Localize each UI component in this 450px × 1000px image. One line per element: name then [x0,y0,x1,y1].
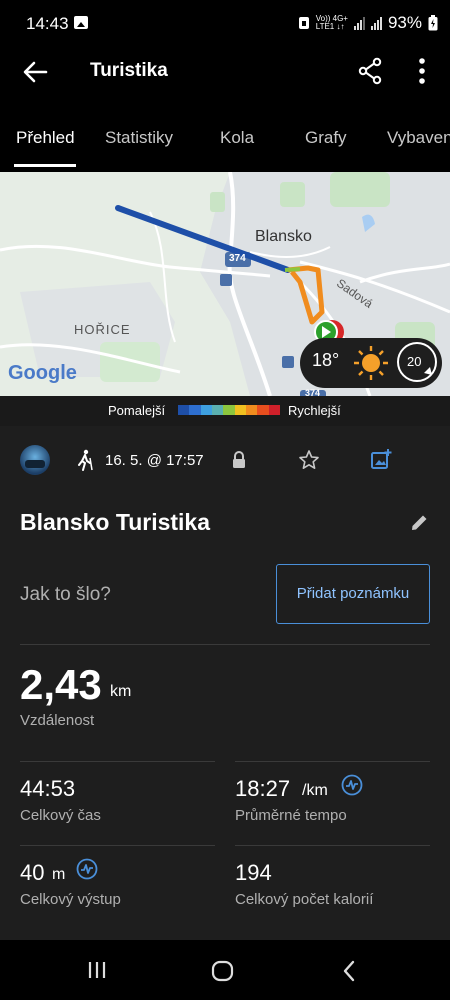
legend-swatch [268,405,280,415]
legend-faster-label: Rychlejší [288,403,341,418]
legend-swatch [178,405,190,415]
activity-date: 16. 5. @ 17:57 [105,452,204,469]
legend-swatch [211,405,224,415]
avg-pace-value: 18:27 [235,776,291,801]
lock-icon[interactable] [230,450,248,470]
back-button[interactable] [20,58,50,86]
tab-statistics[interactable]: Statistiky [105,128,173,148]
sun-icon [354,346,388,380]
app-bar: Turistika [0,46,450,98]
distance-unit: km [110,683,132,700]
total-ascent-value: 40 [20,860,45,885]
network-line-2: LTE1 ↓↑ [315,22,345,31]
legend-color-scale [178,405,280,415]
calories-label: Celkový počet kalorií [235,891,374,908]
battery-icon [428,15,438,31]
avatar[interactable] [20,445,50,475]
edit-pencil-icon[interactable] [408,512,430,534]
add-photo-icon[interactable] [370,448,392,470]
legend-swatch [234,405,246,415]
map-road-label-2: 374 [305,388,321,396]
battery-percent: 93% [387,13,422,32]
active-tab-indicator [14,164,76,167]
pace-chart-icon[interactable] [341,774,363,796]
map-city-label: Blansko [255,228,312,245]
divider [20,845,215,846]
page-title: Turistika [90,60,168,81]
total-time-label: Celkový čas [20,807,101,824]
network-type: Vo)) 4G+ LTE1 ↓↑ [316,15,348,31]
avg-pace-unit: /km [302,782,328,799]
tab-gear[interactable]: Vybavení [387,128,450,148]
activity-title: Blansko Turistika [20,509,211,535]
divider [235,845,430,846]
feedback-prompt: Jak to šlo? [20,584,111,605]
share-icon [358,57,382,85]
alarm-icon [298,17,309,29]
more-vert-icon [419,58,425,84]
total-time-value: 44:53 [20,776,76,801]
legend-swatch [223,405,235,415]
status-bar: 14:43 Vo)) 4G+ LTE1 ↓↑ 93% [0,0,450,46]
recents-icon[interactable] [86,960,108,980]
distance-label: Vzdálenost [20,712,95,729]
divider [235,761,430,762]
divider [20,761,215,762]
google-logo: Google [8,362,77,384]
divider [20,644,430,645]
tab-laps[interactable]: Kola [220,128,254,148]
tab-graphs[interactable]: Grafy [305,128,347,148]
map-district-label: HOŘICE [74,322,131,337]
home-icon[interactable] [210,958,236,984]
nav-back-icon[interactable] [338,958,360,984]
more-options-button[interactable] [410,56,434,86]
total-ascent-unit: m [52,866,66,883]
star-icon[interactable] [298,449,320,471]
weather-temperature: 18° [312,350,340,370]
gallery-notification-icon [74,16,88,29]
legend-swatch [200,405,212,415]
legend-swatch [257,405,269,415]
legend-swatch [189,405,201,415]
hiking-icon [78,449,93,471]
wind-speed: 20 [407,354,422,369]
tab-overview[interactable]: Přehled [16,128,75,148]
distance-value: 2,43 [20,661,102,708]
map-road-label: 374 [229,253,246,264]
signal-2-icon [370,16,382,30]
legend-swatch [245,405,258,415]
arrow-back-icon [23,61,48,83]
avg-pace-label: Průměrné tempo [235,807,347,824]
status-indicators: Vo)) 4G+ LTE1 ↓↑ 93% [298,13,438,33]
share-button[interactable] [355,56,385,86]
elevation-chart-icon[interactable] [76,858,98,880]
status-time: 14:43 [26,14,69,33]
tab-bar: Přehled Statistiky Kola Grafy Vybavení [0,110,450,170]
total-ascent-label: Celkový výstup [20,891,121,908]
signal-1-icon [353,16,365,30]
legend-slower-label: Pomalejší [108,403,166,418]
add-note-button[interactable]: Přidat poznámku [276,564,430,624]
calories-value: 194 [235,860,272,885]
